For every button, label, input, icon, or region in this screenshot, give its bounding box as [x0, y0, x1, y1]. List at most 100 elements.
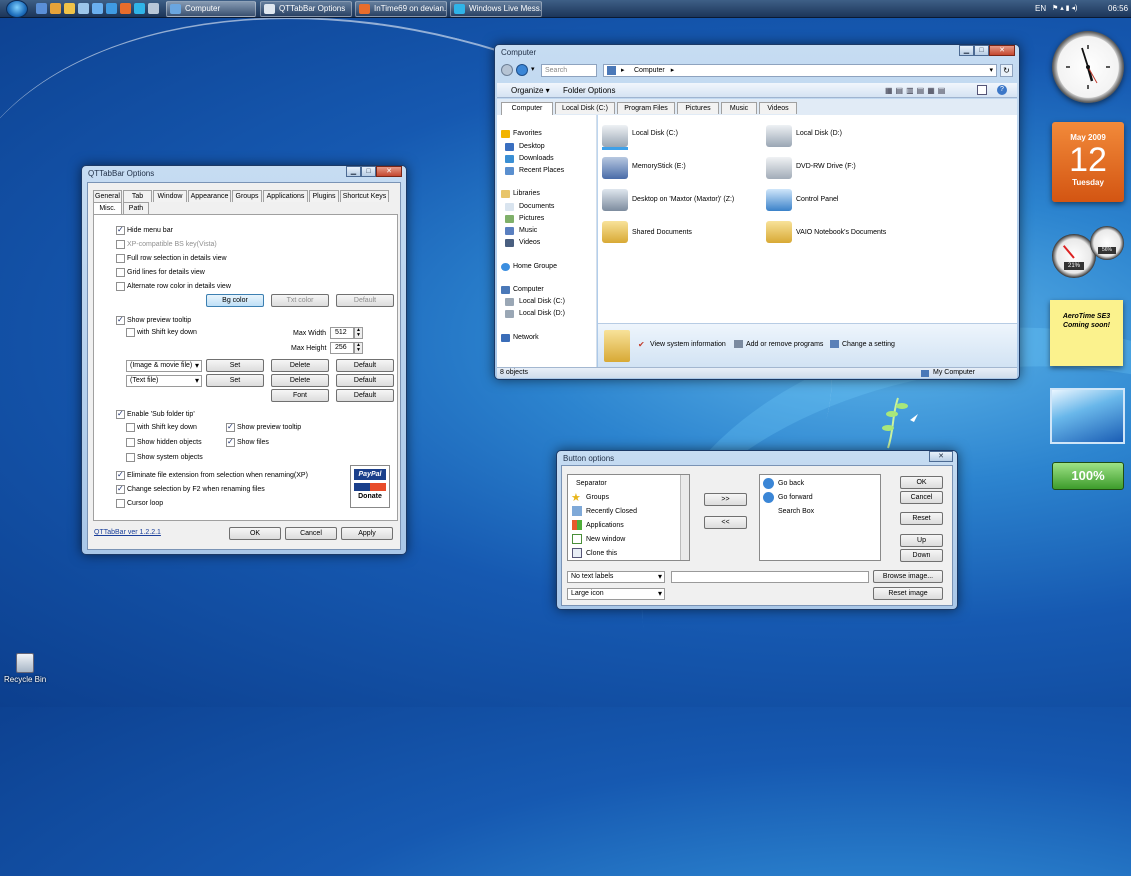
- tab-groups[interactable]: Groups: [232, 190, 262, 202]
- breadcrumb-arrow[interactable]: ▸: [671, 67, 675, 74]
- task-qttabbar-options[interactable]: QTTabBar Options: [260, 1, 352, 17]
- tab-shortcut-keys[interactable]: Shortcut Keys: [340, 190, 389, 202]
- task-messenger[interactable]: Windows Live Mess...: [450, 1, 542, 17]
- item-control-panel[interactable]: Control Panel: [796, 196, 838, 203]
- vaio-documents-folder-icon[interactable]: [766, 221, 792, 243]
- add-remove-programs-link[interactable]: Add or remove programs: [746, 341, 823, 348]
- minimize-button[interactable]: ▁: [959, 45, 974, 56]
- nav-local-disk-c[interactable]: Local Disk (C:): [519, 298, 565, 305]
- drive-d-icon[interactable]: [766, 125, 792, 147]
- ok-button[interactable]: OK: [900, 476, 943, 489]
- item-desktop-on-maxtor[interactable]: Desktop on 'Maxtor (Maxtor)' (Z:): [632, 196, 734, 203]
- color-default-button[interactable]: Default: [336, 294, 394, 307]
- close-button[interactable]: ✕: [989, 45, 1015, 56]
- battery-gadget[interactable]: 100%: [1052, 462, 1124, 490]
- cpu-meter-gadget[interactable]: 21% 56%: [1052, 226, 1124, 282]
- list-item-applications[interactable]: Applications: [586, 522, 624, 529]
- reset-image-button[interactable]: Reset image: [873, 587, 943, 600]
- item-vaio-documents[interactable]: VAIO Notebook's Documents: [796, 229, 886, 236]
- back-button[interactable]: [501, 64, 513, 76]
- nav-documents[interactable]: Documents: [519, 203, 554, 210]
- txt-color-button[interactable]: Txt color: [271, 294, 329, 307]
- explorer-icon[interactable]: [64, 3, 75, 14]
- available-buttons-list[interactable]: Separator ★ Groups Recently Closed Appli…: [567, 474, 690, 561]
- icon-size-select[interactable]: Large icon: [567, 588, 665, 600]
- list-item-separator[interactable]: Separator: [576, 480, 607, 487]
- help-icon[interactable]: ?: [997, 85, 1007, 95]
- close-button[interactable]: ✕: [376, 166, 402, 177]
- image-set-button[interactable]: Set: [206, 359, 264, 372]
- nav-downloads[interactable]: Downloads: [519, 155, 554, 162]
- language-indicator[interactable]: EN: [1035, 2, 1046, 15]
- image-delete-button[interactable]: Delete: [271, 359, 329, 372]
- dvd-drive-icon[interactable]: [766, 157, 792, 179]
- tab-general[interactable]: General: [93, 190, 122, 202]
- max-height-input[interactable]: 256: [330, 342, 354, 354]
- tab-path[interactable]: Path: [123, 202, 149, 214]
- minimize-button[interactable]: ▁: [346, 166, 361, 177]
- grid-lines-checkbox[interactable]: Grid lines for details view: [116, 268, 205, 277]
- shared-documents-folder-icon[interactable]: [602, 221, 628, 243]
- clock-gadget[interactable]: [1052, 31, 1124, 103]
- alternate-row-color-checkbox[interactable]: Alternate row color in details view: [116, 282, 231, 291]
- preview-pane-icon[interactable]: [977, 85, 987, 95]
- text-default-button[interactable]: Default: [336, 374, 394, 387]
- xp-bs-key-checkbox[interactable]: XP-compatible BS key(Vista): [116, 240, 217, 249]
- tab-appearance[interactable]: Appearance: [188, 190, 231, 202]
- list-item-recently-closed[interactable]: Recently Closed: [586, 508, 637, 515]
- messenger-icon[interactable]: [134, 3, 145, 14]
- drive-c-icon[interactable]: [602, 125, 628, 147]
- tab-local-disk-c[interactable]: Local Disk (C:): [555, 102, 615, 114]
- subfolder-show-preview-checkbox[interactable]: Show preview tooltip: [226, 422, 301, 432]
- add-button[interactable]: >>: [704, 493, 747, 506]
- version-link[interactable]: QTTabBar ver 1.2.2.1: [94, 529, 161, 536]
- start-button[interactable]: [6, 0, 28, 18]
- cancel-button[interactable]: Cancel: [285, 527, 337, 540]
- image-file-type-select[interactable]: (Image & movie file): [126, 360, 202, 372]
- change-setting-link[interactable]: Change a setting: [842, 341, 895, 348]
- view-system-information-link[interactable]: View system information: [650, 341, 726, 348]
- tab-videos[interactable]: Videos: [759, 102, 797, 114]
- close-button[interactable]: ✕: [929, 451, 953, 462]
- font-button[interactable]: Font: [271, 389, 329, 402]
- list-item-search-box[interactable]: Search Box: [778, 508, 814, 515]
- nav-pictures[interactable]: Pictures: [519, 215, 544, 222]
- preview-with-shift-checkbox[interactable]: with Shift key down: [126, 328, 197, 337]
- tab-pictures[interactable]: Pictures: [677, 102, 719, 114]
- nav-videos[interactable]: Videos: [519, 239, 540, 246]
- hide-menu-bar-checkbox[interactable]: Hide menu bar: [116, 225, 173, 235]
- text-set-button[interactable]: Set: [206, 374, 264, 387]
- app-icon[interactable]: [78, 3, 89, 14]
- tab-program-files[interactable]: Program Files: [617, 102, 675, 114]
- clock-time[interactable]: 06:56: [1108, 2, 1128, 15]
- text-file-type-select[interactable]: (Text file): [126, 375, 202, 387]
- refresh-button[interactable]: ↻: [1000, 64, 1013, 77]
- font-default-button[interactable]: Default: [336, 389, 394, 402]
- paint-icon[interactable]: [92, 3, 103, 14]
- apply-button[interactable]: Apply: [341, 527, 393, 540]
- app2-icon[interactable]: [148, 3, 159, 14]
- show-system-objects-checkbox[interactable]: Show system objects: [126, 453, 203, 462]
- tab-applications[interactable]: Applications: [263, 190, 308, 202]
- network-drive-icon[interactable]: [602, 189, 628, 211]
- tab-tab[interactable]: Tab: [123, 190, 152, 202]
- text-delete-button[interactable]: Delete: [271, 374, 329, 387]
- folder-options-button[interactable]: Folder Options: [563, 86, 615, 95]
- memorystick-icon[interactable]: [602, 157, 628, 179]
- tab-plugins[interactable]: Plugins: [309, 190, 339, 202]
- nav-home-groupe[interactable]: Home Groupe: [513, 263, 557, 270]
- address-dropdown[interactable]: ▾: [989, 65, 993, 76]
- nav-favorites-label[interactable]: Favorites: [513, 130, 542, 137]
- item-local-disk-d[interactable]: Local Disk (D:): [796, 130, 842, 137]
- nav-local-disk-d[interactable]: Local Disk (D:): [519, 310, 565, 317]
- enable-subfolder-tip-checkbox[interactable]: Enable 'Sub folder tip': [116, 409, 195, 419]
- tab-computer[interactable]: Computer: [501, 102, 553, 115]
- nav-desktop[interactable]: Desktop: [519, 143, 545, 150]
- item-local-disk-c[interactable]: Local Disk (C:): [632, 130, 678, 137]
- item-dvd-rw-drive[interactable]: DVD-RW Drive (F:): [796, 163, 856, 170]
- list-item-go-forward[interactable]: Go forward: [778, 494, 813, 501]
- nav-recent-places[interactable]: Recent Places: [519, 167, 564, 174]
- nav-network[interactable]: Network: [513, 334, 539, 341]
- address-bar[interactable]: ▸ Computer ▸ ▾: [603, 64, 997, 77]
- firefox-icon[interactable]: [120, 3, 131, 14]
